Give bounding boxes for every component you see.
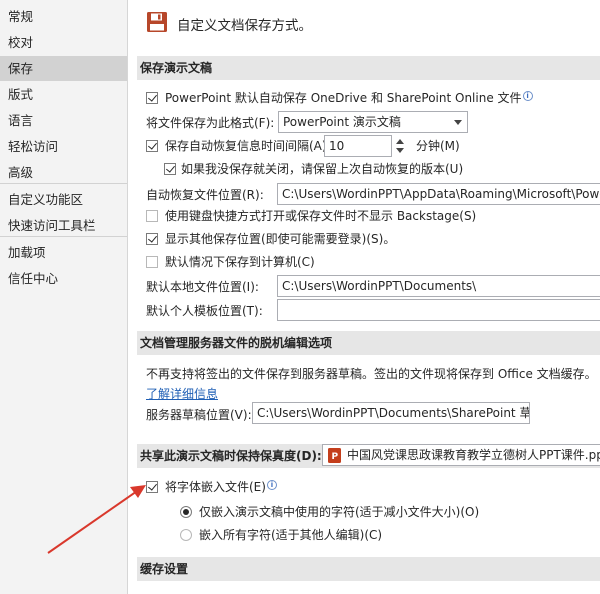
nav-item-customize-ribbon[interactable]: 自定义功能区 — [0, 187, 127, 212]
template-location-input[interactable] — [277, 299, 600, 321]
autorecover-label: 保存自动恢复信息时间间隔(A) — [165, 139, 327, 153]
offline-description: 不再支持将签出的文件保存到服务器草稿。签出的文件现将保存到 Office 文档缓… — [146, 367, 597, 381]
no-backstage-label: 使用键盘快捷方式打开或保存文件时不显示 Backstage(S) — [165, 209, 477, 223]
nav-item-language[interactable]: 语言 — [0, 108, 127, 133]
minutes-spinner[interactable] — [393, 135, 407, 157]
learn-more-link[interactable]: 了解详细信息 — [146, 385, 218, 402]
spin-down-icon[interactable] — [396, 148, 404, 153]
embed-all-chars-radio[interactable] — [180, 529, 192, 541]
nav-item-accessibility[interactable]: 轻松访问 — [0, 134, 127, 159]
save-format-value: PowerPoint 演示文稿 — [283, 115, 401, 129]
show-additional-places-label: 显示其他保存位置(即使可能需要登录)(S)。 — [165, 232, 396, 246]
nav-item-save[interactable]: 保存 — [0, 56, 127, 81]
server-drafts-input[interactable]: C:\Users\WordinPPT\Documents\SharePoint … — [252, 402, 530, 424]
nav-item-trust-center[interactable]: 信任中心 — [0, 266, 127, 291]
save-floppy-icon — [147, 12, 167, 32]
save-to-computer-label: 默认情况下保存到计算机(C) — [165, 255, 315, 269]
svg-text:P: P — [332, 452, 339, 462]
page-title: 自定义文档保存方式。 — [177, 18, 312, 34]
autorecover-location-value: C:\Users\WordinPPT\AppData\Roaming\Micro… — [282, 187, 600, 201]
section-header-offline-editing: 文档管理服务器文件的脱机编辑选项 — [137, 331, 600, 355]
nav-item-proofing[interactable]: 校对 — [0, 30, 127, 55]
nav-item-quick-access-toolbar[interactable]: 快速访问工具栏 — [0, 213, 127, 238]
embed-fonts-checkbox[interactable] — [146, 481, 158, 493]
nav-divider — [0, 236, 127, 237]
save-format-select[interactable]: PowerPoint 演示文稿 — [278, 111, 468, 133]
autorecover-location-input[interactable]: C:\Users\WordinPPT\AppData\Roaming\Micro… — [277, 183, 600, 205]
info-icon[interactable]: i — [522, 91, 533, 101]
template-location-label: 默认个人模板位置(T): — [146, 304, 263, 318]
nav-item-add-ins[interactable]: 加载项 — [0, 240, 127, 265]
show-additional-places-checkbox[interactable] — [146, 233, 158, 245]
options-sidebar: 常规 校对 保存 版式 语言 轻松访问 高级 自定义功能区 快速访问工具栏 加载… — [0, 0, 128, 594]
autorecover-location-label: 自动恢复文件位置(R): — [146, 188, 264, 202]
chevron-down-icon — [454, 120, 462, 125]
options-main-panel: 自定义文档保存方式。 保存演示文稿 PowerPoint 默认自动保存 OneD… — [128, 0, 600, 594]
nav-divider — [0, 183, 127, 184]
embed-fonts-label: 将字体嵌入文件(E) i — [165, 479, 277, 495]
autorecover-minutes-input[interactable]: 10 — [324, 135, 392, 157]
section-header-save: 保存演示文稿 — [137, 56, 600, 80]
minutes-label: 分钟(M) — [416, 139, 460, 153]
section-header-cache: 缓存设置 — [137, 557, 600, 581]
save-to-computer-checkbox[interactable] — [146, 256, 158, 268]
spin-up-icon[interactable] — [396, 139, 404, 144]
embed-all-chars-label: 嵌入所有字符(适于其他人编辑)(C) — [199, 528, 383, 542]
nav-item-general[interactable]: 常规 — [0, 4, 127, 29]
no-backstage-checkbox[interactable] — [146, 210, 158, 222]
local-location-value: C:\Users\WordinPPT\Documents\ — [282, 279, 477, 293]
save-format-label: 将文件保存为此格式(F): — [146, 116, 275, 130]
autosave-label: PowerPoint 默认自动保存 OneDrive 和 SharePoint … — [165, 90, 533, 106]
autorecover-checkbox[interactable] — [146, 140, 158, 152]
nav-item-layout[interactable]: 版式 — [0, 82, 127, 107]
info-icon[interactable]: i — [266, 480, 277, 490]
pptx-file-icon: P — [328, 448, 341, 463]
server-drafts-label: 服务器草稿位置(V): — [146, 408, 252, 422]
local-location-label: 默认本地文件位置(I): — [146, 280, 259, 294]
embed-used-chars-radio[interactable] — [180, 506, 192, 518]
keep-last-autosave-label: 如果我没保存就关闭，请保留上次自动恢复的版本(U) — [181, 162, 464, 176]
fidelity-file-value: 中国风党课思政课教育教学立德树人PPT课件.pptx — [347, 448, 600, 462]
autorecover-minutes-value: 10 — [329, 139, 345, 153]
server-drafts-value: C:\Users\WordinPPT\Documents\SharePoint … — [257, 406, 530, 420]
local-location-input[interactable]: C:\Users\WordinPPT\Documents\ — [277, 275, 600, 297]
autosave-checkbox[interactable] — [146, 92, 158, 104]
keep-last-autosave-checkbox[interactable] — [164, 163, 176, 175]
embed-used-chars-label: 仅嵌入演示文稿中使用的字符(适于减小文件大小)(O) — [199, 505, 480, 519]
fidelity-file-select[interactable]: P 中国风党课思政课教育教学立德树人PPT课件.pptx — [322, 444, 600, 466]
nav-item-advanced[interactable]: 高级 — [0, 160, 127, 185]
